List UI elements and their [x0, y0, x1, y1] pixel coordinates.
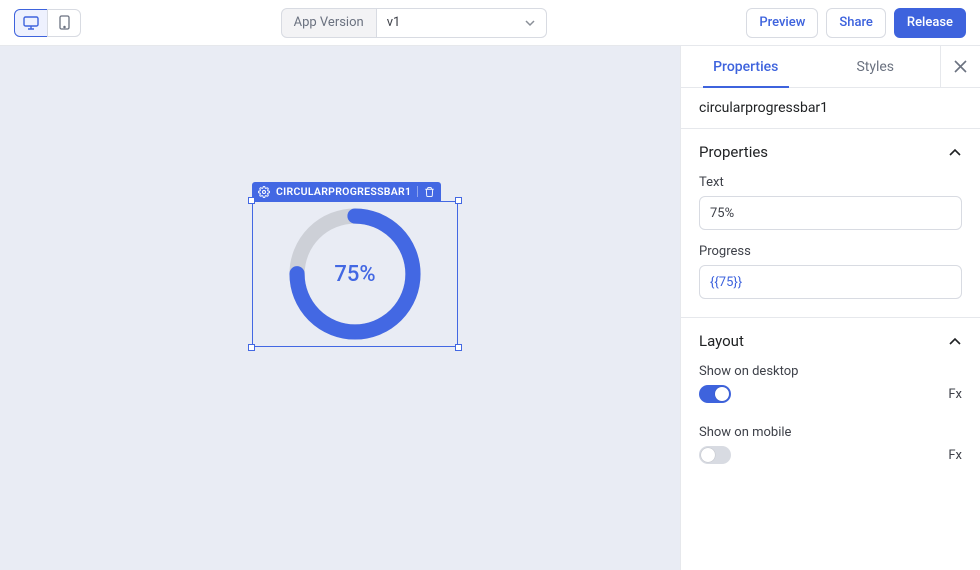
mobile-view-button[interactable] — [47, 9, 81, 37]
chevron-up-icon — [948, 148, 962, 157]
progress-field-input[interactable] — [699, 265, 962, 299]
progress-field-label: Progress — [699, 244, 962, 259]
inspector-tabs: Properties Styles — [681, 46, 980, 88]
section-properties-header[interactable]: Properties — [699, 143, 962, 161]
divider — [417, 186, 418, 197]
show-mobile-toggle[interactable] — [699, 446, 731, 464]
section-layout: Layout Show on desktop Fx Show on mobile… — [681, 318, 980, 482]
section-title: Properties — [699, 143, 768, 161]
chevron-down-icon — [524, 19, 536, 27]
top-actions: Preview Share Release — [746, 8, 966, 38]
chevron-up-icon — [948, 337, 962, 346]
desktop-view-button[interactable] — [14, 9, 48, 37]
selection-label-bar: CIRCULARPROGRESSBAR1 — [252, 182, 441, 201]
canvas[interactable]: CIRCULARPROGRESSBAR1 75% — [0, 46, 680, 570]
inspector-panel: Properties Styles circularprogressbar1 P… — [680, 46, 980, 570]
resize-handle-top-right[interactable] — [455, 197, 462, 204]
selection-box: 75% — [252, 201, 458, 347]
app-version-value: v1 — [387, 15, 401, 30]
close-icon — [953, 59, 968, 74]
text-field-label: Text — [699, 175, 962, 190]
show-mobile-fx[interactable]: Fx — [948, 448, 962, 463]
section-properties: Properties Text Progress — [681, 129, 980, 318]
resize-handle-top-left[interactable] — [248, 197, 255, 204]
viewport-toggle — [14, 9, 81, 37]
gear-icon[interactable] — [258, 186, 270, 198]
app-version-label: App Version — [281, 8, 377, 38]
release-button[interactable]: Release — [894, 8, 966, 38]
progress-percent-text: 75% — [286, 205, 424, 343]
show-desktop-label: Show on desktop — [699, 364, 962, 379]
show-desktop-fx[interactable]: Fx — [948, 387, 962, 402]
app-version-select: App Version v1 — [281, 8, 547, 38]
close-inspector-button[interactable] — [940, 46, 980, 87]
app-version-dropdown[interactable]: v1 — [377, 8, 547, 38]
share-button[interactable]: Share — [826, 8, 886, 38]
trash-icon[interactable] — [424, 186, 435, 198]
selected-component[interactable]: CIRCULARPROGRESSBAR1 75% — [252, 201, 458, 347]
component-name[interactable]: circularprogressbar1 — [681, 88, 980, 129]
toolbar: App Version v1 Preview Share Release — [0, 0, 980, 46]
selection-component-name: CIRCULARPROGRESSBAR1 — [276, 185, 411, 198]
section-layout-header[interactable]: Layout — [699, 332, 962, 350]
tab-properties[interactable]: Properties — [681, 46, 811, 87]
mobile-icon — [59, 15, 70, 30]
tab-styles[interactable]: Styles — [811, 46, 941, 87]
preview-button[interactable]: Preview — [746, 8, 818, 38]
resize-handle-bottom-right[interactable] — [455, 344, 462, 351]
resize-handle-bottom-left[interactable] — [248, 344, 255, 351]
desktop-icon — [23, 16, 39, 30]
show-desktop-toggle[interactable] — [699, 385, 731, 403]
text-field-input[interactable] — [699, 196, 962, 230]
section-title: Layout — [699, 332, 744, 350]
show-mobile-label: Show on mobile — [699, 425, 962, 440]
circular-progress-widget: 75% — [253, 202, 457, 346]
